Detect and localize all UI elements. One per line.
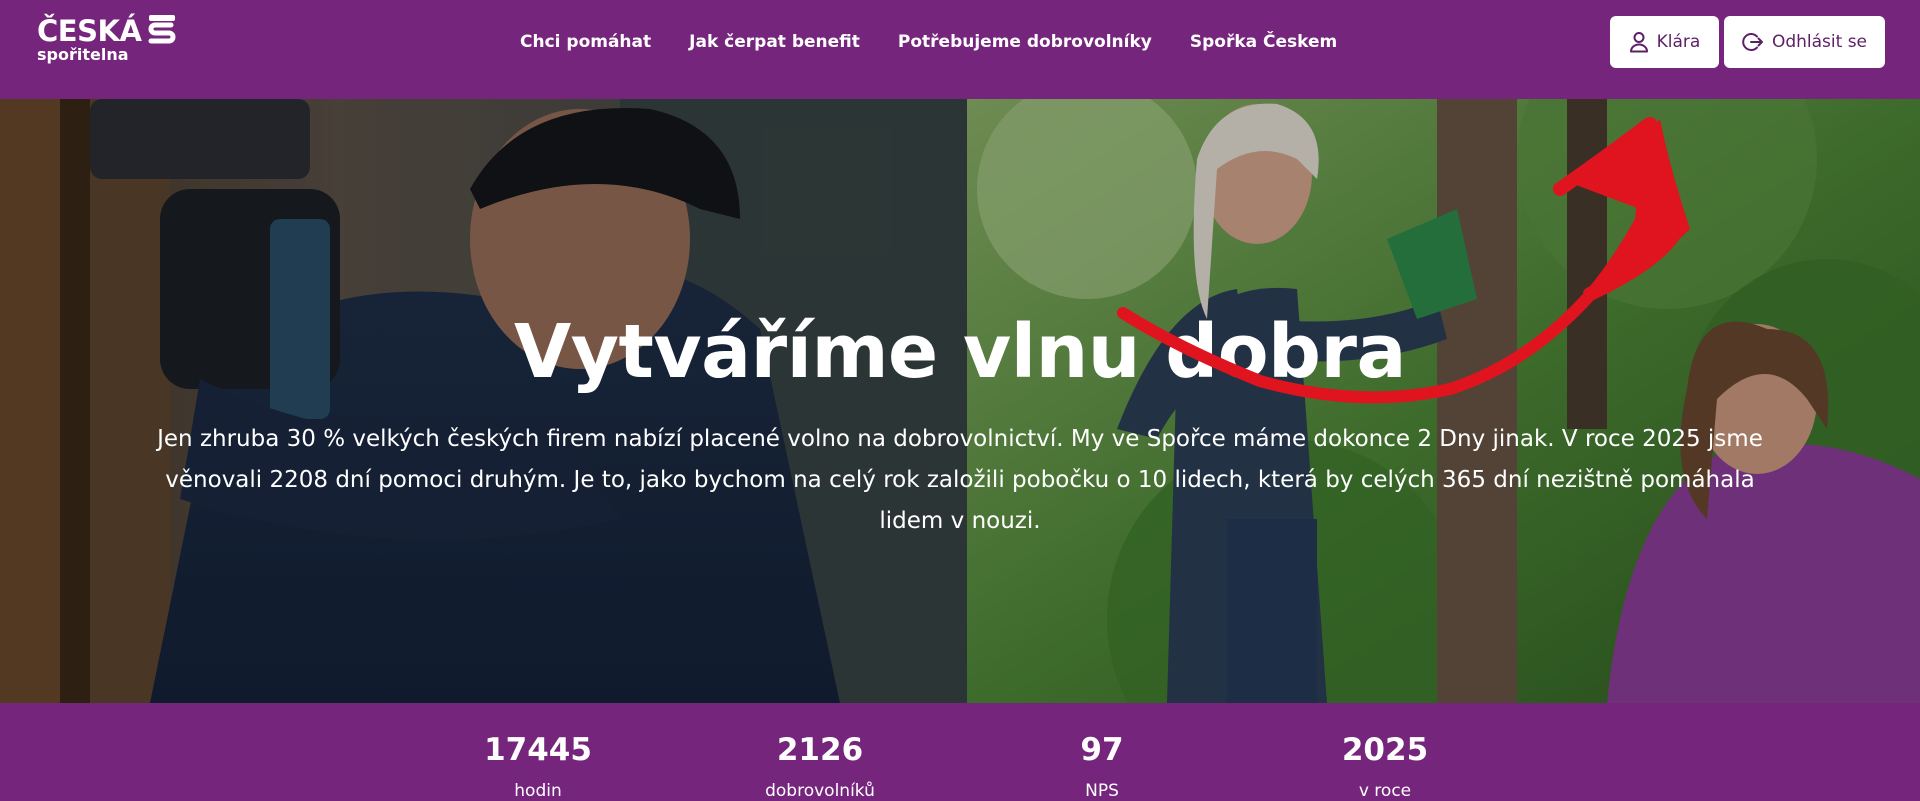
stat-hours: 17445 hodin (428, 703, 648, 801)
hero-description: Jen zhruba 30 % velkých českých firem na… (157, 426, 1763, 534)
logout-label: Odhlásit se (1771, 32, 1868, 52)
logout-icon (1742, 33, 1763, 51)
sporitelna-s-icon (148, 15, 176, 44)
logout-button[interactable]: Odhlásit se (1724, 16, 1885, 68)
stats-bar: 17445 hodin 2126 dobrovolníků 97 NPS 202… (0, 703, 1920, 801)
hero-dim-overlay (0, 99, 1920, 703)
stat-value: 2126 (776, 732, 864, 768)
nav-chci-pomahat[interactable]: Chci pomáhat (520, 32, 651, 52)
stat-nps: 97 NPS (992, 703, 1212, 801)
nav-jak-cerpat-benefit[interactable]: Jak čerpat benefit (689, 32, 860, 52)
top-header: ČESKÁ spořitelna Chci pomáhat Jak čerpat… (0, 0, 1920, 99)
nav-potrebujeme-dobrovolniky[interactable]: Potřebujeme dobrovolníky (898, 32, 1152, 52)
hero-title: Vytváříme vlnu dobra (514, 309, 1406, 395)
logo-wordmark: ČESKÁ (37, 14, 142, 48)
user-icon (1629, 32, 1648, 53)
stat-year: 2025 v roce (1275, 703, 1495, 801)
stat-label: dobrovolníků (765, 781, 875, 801)
main-nav: Chci pomáhat Jak čerpat benefit Potřebuj… (520, 0, 1337, 84)
user-profile-button[interactable]: Klára (1610, 16, 1719, 68)
hero-section: Vytváříme vlnu dobra Jen zhruba 30 % vel… (0, 99, 1920, 703)
stat-value: 17445 (484, 732, 592, 768)
stat-value: 97 (1080, 732, 1124, 768)
user-name-label: Klára (1656, 32, 1701, 52)
stat-label: v roce (1358, 781, 1412, 801)
ceska-sporitelna-logo[interactable]: ČESKÁ spořitelna (37, 14, 177, 63)
stat-value: 2025 (1341, 732, 1429, 768)
stat-label: NPS (1085, 781, 1119, 801)
stat-volunteers: 2126 dobrovolníků (710, 703, 930, 801)
logo-subtitle: spořitelna (37, 45, 129, 64)
nav-sporka-ceskem[interactable]: Spořka Českem (1190, 32, 1337, 52)
stat-label: hodin (514, 781, 562, 801)
